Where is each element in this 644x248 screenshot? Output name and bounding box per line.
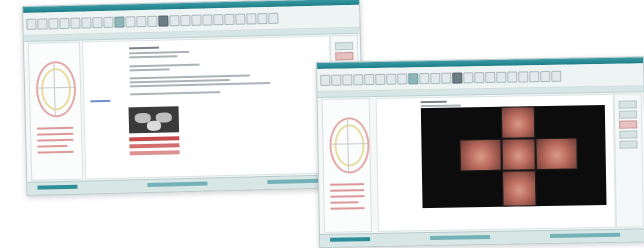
tool-icon[interactable] xyxy=(213,13,224,25)
help-icon[interactable] xyxy=(496,71,507,83)
xray-icon[interactable] xyxy=(158,14,169,27)
dental-chart-panel xyxy=(27,41,84,181)
tooth-strip xyxy=(129,136,180,142)
new-icon[interactable] xyxy=(320,74,331,86)
chart-icon[interactable] xyxy=(419,72,430,84)
tooth-strip xyxy=(129,143,180,149)
side-button[interactable] xyxy=(618,110,638,119)
window-back xyxy=(22,0,365,196)
copy-icon[interactable] xyxy=(375,73,386,85)
paste-icon[interactable] xyxy=(386,73,397,85)
tool-icon[interactable] xyxy=(246,12,257,25)
window-front xyxy=(316,56,644,248)
photo-tile-lower[interactable] xyxy=(501,170,537,207)
settings-icon[interactable] xyxy=(191,14,202,26)
image-icon[interactable] xyxy=(430,72,441,84)
side-button[interactable] xyxy=(619,130,638,139)
note-icon[interactable] xyxy=(463,71,474,83)
photo-tile-left[interactable] xyxy=(459,138,502,172)
dental-chart-panel xyxy=(321,98,372,233)
tool-icon[interactable] xyxy=(268,12,279,24)
note-icon[interactable] xyxy=(169,14,180,26)
intraoral-photo-mosaic[interactable] xyxy=(420,104,607,209)
cut-icon[interactable] xyxy=(70,17,81,29)
open-icon[interactable] xyxy=(331,74,342,86)
report-icon[interactable] xyxy=(180,14,191,26)
image-icon[interactable] xyxy=(136,15,147,27)
patient-icon[interactable] xyxy=(408,72,419,84)
calendar-icon[interactable] xyxy=(441,72,452,84)
undo-icon[interactable] xyxy=(103,16,114,28)
side-button[interactable] xyxy=(619,120,638,129)
open-icon[interactable] xyxy=(37,17,48,30)
print-icon[interactable] xyxy=(59,17,70,29)
tool-icon[interactable] xyxy=(551,70,562,82)
side-button[interactable] xyxy=(335,51,354,61)
cut-icon[interactable] xyxy=(364,73,375,85)
xray-image[interactable] xyxy=(128,106,180,134)
patient-icon[interactable] xyxy=(114,16,125,28)
undo-icon[interactable] xyxy=(397,72,408,85)
tool-icon[interactable] xyxy=(257,12,268,24)
side-button[interactable] xyxy=(618,100,637,109)
photo-viewer-panel xyxy=(375,93,616,232)
right-panel xyxy=(613,93,644,228)
xray-icon[interactable] xyxy=(452,71,463,84)
chart-icon[interactable] xyxy=(125,15,136,27)
report-icon[interactable] xyxy=(474,71,485,83)
photo-tile-upper[interactable] xyxy=(500,106,536,139)
help-icon[interactable] xyxy=(202,13,213,26)
lower-arch-icon[interactable] xyxy=(334,124,365,167)
tool-icon[interactable] xyxy=(518,70,529,82)
copy-icon[interactable] xyxy=(81,16,92,29)
new-icon[interactable] xyxy=(26,18,37,30)
side-button[interactable] xyxy=(619,140,638,149)
paste-icon[interactable] xyxy=(92,16,103,28)
side-button[interactable] xyxy=(334,41,354,51)
photo-tile-right[interactable] xyxy=(535,137,578,171)
save-icon[interactable] xyxy=(48,17,59,29)
calendar-icon[interactable] xyxy=(147,15,158,27)
tool-icon[interactable] xyxy=(540,70,551,82)
settings-icon[interactable] xyxy=(485,71,496,83)
clinical-notes-panel xyxy=(81,35,334,180)
tool-icon[interactable] xyxy=(529,70,540,82)
tool-icon[interactable] xyxy=(507,70,518,83)
save-icon[interactable] xyxy=(342,73,353,86)
print-icon[interactable] xyxy=(353,73,364,85)
tool-icon[interactable] xyxy=(235,13,246,25)
tooth-strip xyxy=(129,150,180,156)
photo-tile-center[interactable] xyxy=(501,138,536,171)
tool-icon[interactable] xyxy=(224,13,235,25)
